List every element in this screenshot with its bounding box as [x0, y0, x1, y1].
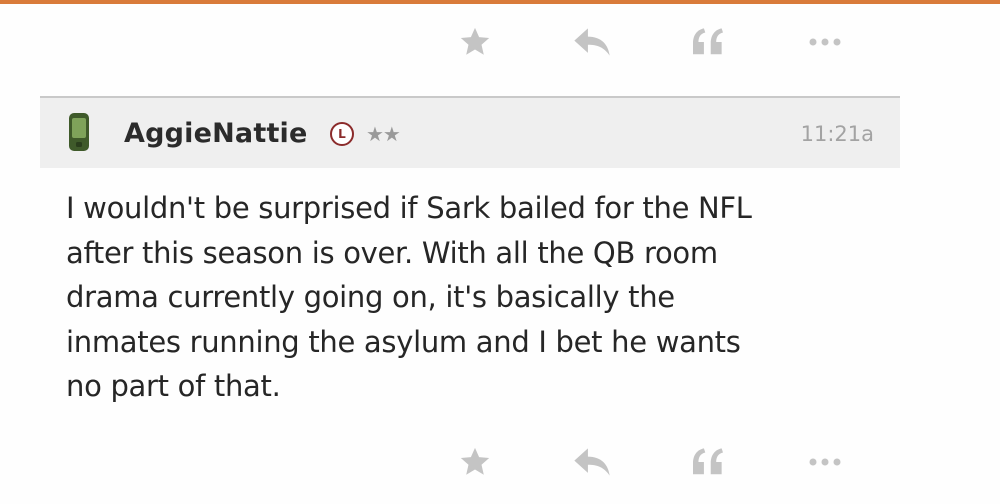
- post-body-line: drama currently going on, it's basically…: [66, 280, 675, 314]
- star-icon: [460, 27, 490, 55]
- post-body-line: after this season is over. With all the …: [66, 235, 718, 270]
- post-body-line: no part of that.: [66, 369, 281, 403]
- post-action-bar: [440, 432, 860, 492]
- star-icon: [460, 447, 490, 475]
- quote-icon: [693, 448, 724, 475]
- more-dots-icon: [809, 38, 841, 46]
- post-body-line: I wouldn't be surprised if Sark bailed f…: [66, 191, 752, 225]
- reply-arrow-icon: [574, 448, 610, 476]
- quote-button[interactable]: [673, 434, 743, 490]
- reply-button[interactable]: [557, 434, 627, 490]
- mobile-phone-icon: [69, 113, 89, 151]
- post-body: I wouldn't be surprised if Sark bailed f…: [66, 186, 886, 409]
- like-button[interactable]: [440, 14, 510, 70]
- user-level-badge: L: [330, 122, 354, 146]
- post-header: AggieNattie L ★★ 11:21a: [40, 96, 900, 168]
- top-accent-bar: [0, 0, 1000, 4]
- more-dots-icon: [809, 458, 841, 466]
- reply-arrow-icon: [574, 28, 610, 56]
- user-rating-stars: ★★: [366, 122, 401, 146]
- previous-post-action-bar: [440, 12, 860, 72]
- post-username[interactable]: AggieNattie: [124, 116, 308, 152]
- post-body-line: inmates running the asylum and I bet he …: [66, 324, 741, 359]
- quote-button[interactable]: [673, 14, 743, 70]
- more-button[interactable]: [790, 14, 860, 70]
- forum-post-screen: AggieNattie L ★★ 11:21a I wouldn't be su…: [0, 0, 1000, 504]
- like-button[interactable]: [440, 434, 510, 490]
- quote-icon: [693, 28, 724, 55]
- post-timestamp: 11:21a: [800, 122, 874, 146]
- reply-button[interactable]: [557, 14, 627, 70]
- more-button[interactable]: [790, 434, 860, 490]
